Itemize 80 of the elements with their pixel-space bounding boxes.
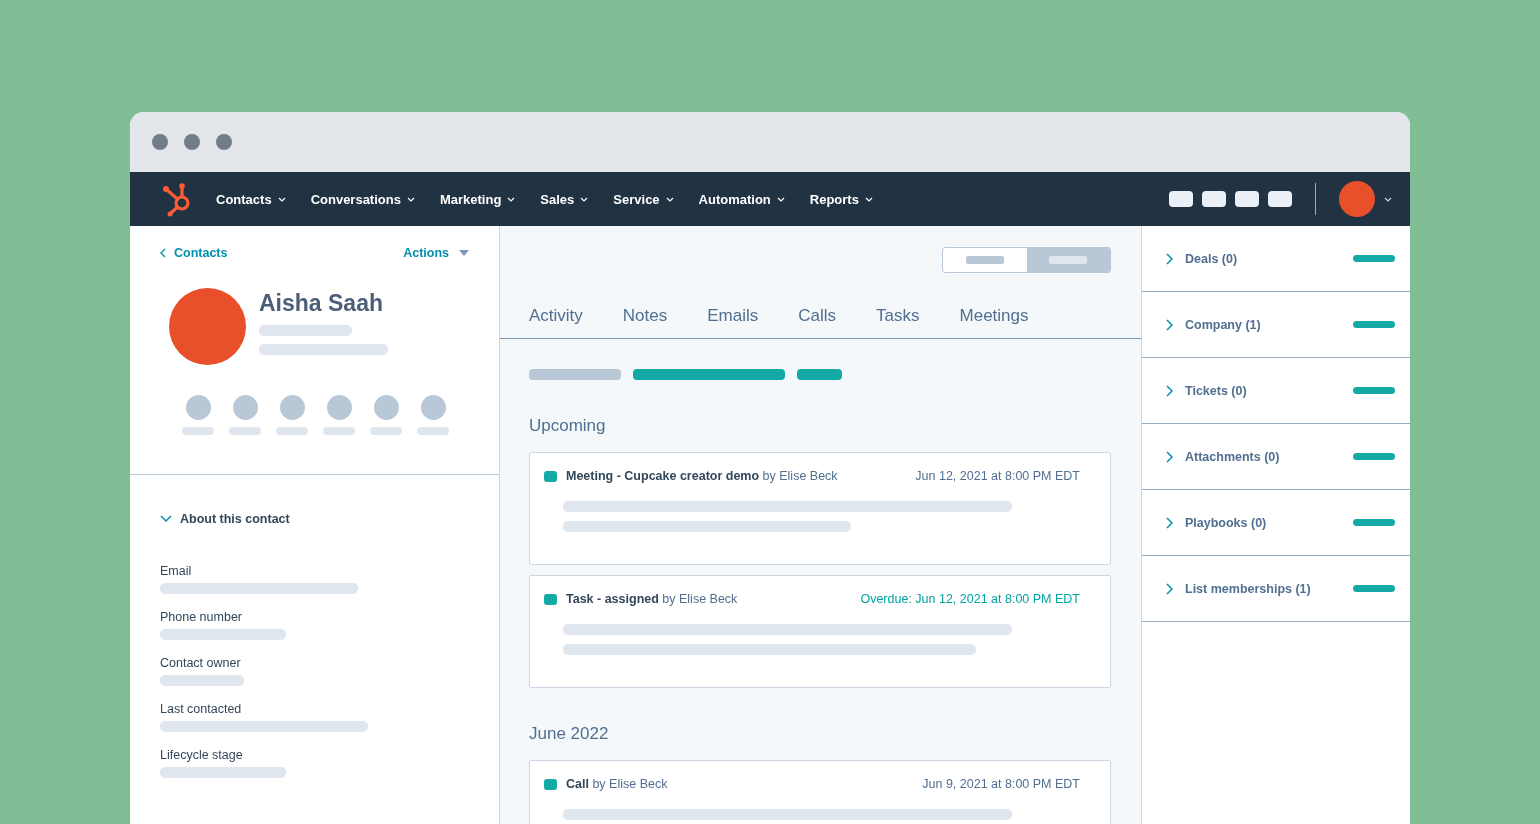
activity-title: Task - assigned by Elise Beck — [566, 592, 738, 606]
tab[interactable]: Activity — [529, 301, 583, 331]
placeholder-bar — [276, 427, 308, 435]
nav-menu-item[interactable]: Conversations — [310, 191, 415, 207]
tab[interactable]: Tasks — [876, 301, 920, 331]
timeline-heading: Upcoming — [529, 416, 607, 436]
action-button[interactable] — [279, 395, 305, 420]
nav-menu-item[interactable]: Contacts — [216, 191, 286, 207]
view-toggle[interactable] — [942, 247, 1111, 273]
caret-icon — [277, 196, 286, 202]
caret-icon — [459, 250, 469, 256]
caret-icon[interactable] — [1384, 196, 1392, 202]
toolbar-button[interactable] — [1268, 191, 1292, 207]
filter-chip[interactable] — [529, 369, 621, 380]
section-toggle[interactable]: About this contact — [160, 512, 290, 526]
activity-date: Jun 12, 2021 at 8:00 PM EDT — [915, 469, 1080, 483]
activity-date: Jun 9, 2021 at 8:00 PM EDT — [922, 777, 1080, 791]
placeholder-bar — [1353, 321, 1395, 328]
timeline-heading: June 2022 — [529, 724, 610, 744]
tab[interactable]: Meetings — [959, 301, 1029, 331]
sidebar-section[interactable]: Deals (0) — [1166, 251, 1238, 266]
tab[interactable]: Emails — [707, 301, 759, 331]
tab[interactable]: Calls — [798, 301, 837, 331]
nav-menu-item[interactable]: Marketing — [439, 191, 516, 207]
sidebar-section[interactable]: Tickets (0) — [1166, 383, 1247, 398]
field-label: Email — [160, 564, 193, 578]
filter-chip[interactable] — [797, 369, 842, 380]
activity-type-icon — [544, 778, 557, 790]
nav-menu-item[interactable]: Automation — [698, 191, 785, 207]
placeholder-bar — [1049, 256, 1088, 264]
nav-menu-item[interactable]: Service — [613, 191, 674, 207]
placeholder-bar — [323, 427, 355, 435]
placeholder-bar — [370, 427, 402, 435]
toolbar-button[interactable] — [1235, 191, 1259, 207]
placeholder-bar — [1353, 387, 1395, 394]
placeholder-bar — [965, 256, 1004, 264]
action-button[interactable] — [373, 395, 399, 420]
activity-title: Call by Elise Beck — [566, 777, 668, 791]
placeholder-bar — [229, 427, 261, 435]
window-dot-icon — [152, 134, 168, 150]
placeholder-bar — [1353, 255, 1395, 262]
placeholder-bar — [1353, 453, 1395, 460]
activity-type-icon — [544, 593, 557, 605]
toolbar-button[interactable] — [1169, 191, 1193, 207]
field-label: Lifecycle stage — [160, 748, 244, 762]
sidebar-section[interactable]: Playbooks (0) — [1166, 515, 1267, 530]
caret-icon — [406, 196, 415, 202]
filter-chip[interactable] — [633, 369, 785, 380]
caret-icon — [580, 196, 589, 202]
sidebar-section[interactable]: Company (1) — [1166, 317, 1261, 332]
sidebar-section[interactable]: List memberships (1) — [1166, 581, 1311, 596]
caret-icon — [507, 196, 516, 202]
window-dot-icon — [184, 134, 200, 150]
field-label: Last contacted — [160, 702, 243, 716]
field-label: Contact owner — [160, 656, 242, 670]
actions-dropdown[interactable]: Actions — [403, 246, 469, 260]
placeholder-bar — [1353, 519, 1395, 526]
caret-icon — [665, 196, 674, 202]
activity-title: Meeting - Cupcake creator demo by Elise Beck — [566, 469, 838, 483]
placeholder-bar — [182, 427, 214, 435]
nav-menu-item[interactable]: Sales — [540, 191, 589, 207]
action-button[interactable] — [420, 395, 446, 420]
caret-icon — [776, 196, 785, 202]
placeholder-bar — [417, 427, 449, 435]
back-link[interactable]: Contacts — [160, 246, 228, 260]
action-button[interactable] — [326, 395, 352, 420]
nav-menu-item[interactable]: Reports — [809, 191, 873, 207]
activity-type-icon — [544, 470, 557, 482]
field-label: Phone number — [160, 610, 243, 624]
window-dot-icon — [216, 134, 232, 150]
action-button[interactable] — [185, 395, 211, 420]
activity-date: Overdue: Jun 12, 2021 at 8:00 PM EDT — [860, 592, 1080, 606]
contact-name: Aisha Saah — [259, 290, 384, 317]
user-avatar[interactable] — [1339, 181, 1375, 217]
action-button[interactable] — [232, 395, 258, 420]
tab[interactable]: Notes — [622, 301, 668, 331]
sidebar-section[interactable]: Attachments (0) — [1166, 449, 1280, 464]
toolbar-button[interactable] — [1202, 191, 1226, 207]
caret-icon — [864, 196, 873, 202]
placeholder-bar — [1353, 585, 1395, 592]
